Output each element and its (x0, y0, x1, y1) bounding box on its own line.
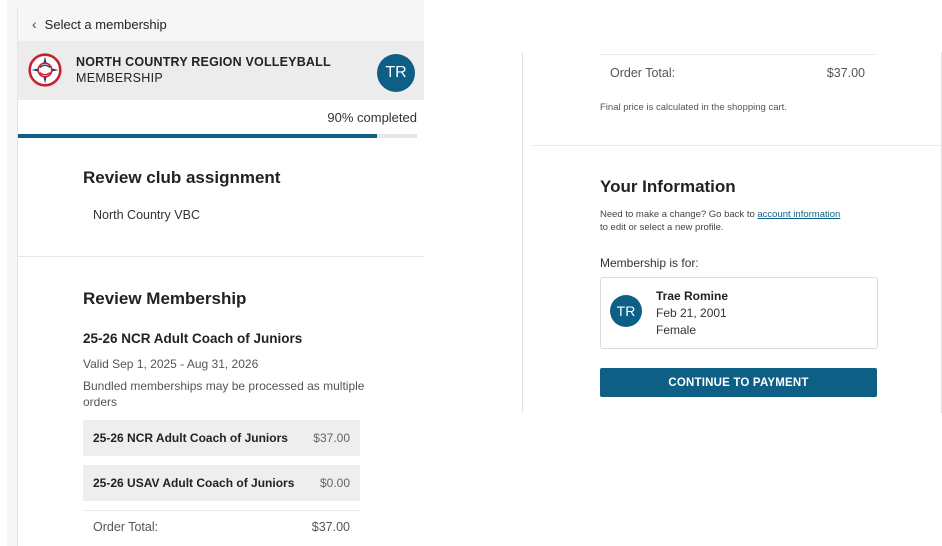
change-note-tail: to edit or select a new profile. (600, 222, 724, 233)
club-assignment-title: Review club assignment (83, 168, 281, 187)
membership-validity: Valid Sep 1, 2025 - Aug 31, 2026 (83, 357, 259, 371)
line-item-name: 25-26 NCR Adult Coach of Juniors (93, 431, 288, 445)
membership-for-label: Membership is for: (600, 256, 699, 270)
back-to-select-membership[interactable]: ‹ Select a membership (18, 7, 424, 41)
profile-avatar: TR (610, 295, 642, 327)
right-panel: Order Total: $37.00 Final price is calcu… (522, 52, 942, 413)
org-title-line2: MEMBERSHIP (76, 71, 164, 85)
back-label: Select a membership (44, 16, 167, 32)
membership-name: 25-26 NCR Adult Coach of Juniors (83, 331, 303, 346)
club-name: North Country VBC (93, 208, 200, 222)
volleyball-logo-icon (28, 53, 62, 87)
profile-gender: Female (656, 323, 697, 337)
line-item-price: $37.00 (313, 431, 350, 445)
order-total-label: Order Total: (610, 66, 676, 80)
line-item-name: 25-26 USAV Adult Coach of Juniors (93, 476, 295, 490)
user-avatar[interactable]: TR (377, 54, 415, 92)
order-total-row: Order Total: $37.00 (610, 66, 865, 80)
chevron-left-icon: ‹ (32, 16, 37, 32)
continue-to-payment-button[interactable]: CONTINUE TO PAYMENT (600, 368, 877, 397)
profile-card: TR Trae Romine Feb 21, 2001 Female (600, 277, 878, 349)
change-note-text: Need to make a change? Go back to (600, 209, 755, 220)
progress-bar (18, 134, 417, 138)
org-title: NORTH COUNTRY REGION VOLLEYBALL MEMBERSH… (76, 54, 331, 86)
final-price-note: Final price is calculated in the shoppin… (600, 102, 787, 113)
left-panel: ‹ Select a membership NORTH COUNTRY REGI… (7, 0, 424, 546)
order-total-label: Order Total: (93, 520, 159, 534)
membership-section: Review Membership 25-26 NCR Adult Coach … (18, 257, 424, 534)
org-title-line1: NORTH COUNTRY REGION VOLLEYBALL (76, 55, 331, 69)
org-header: NORTH COUNTRY REGION VOLLEYBALL MEMBERSH… (18, 41, 424, 100)
membership-title: Review Membership (83, 289, 247, 308)
profile-dob: Feb 21, 2001 (656, 306, 727, 320)
order-total-value: $37.00 (311, 520, 350, 534)
line-item: 25-26 NCR Adult Coach of Juniors $37.00 (83, 420, 360, 456)
membership-review-panel: ‹ Select a membership NORTH COUNTRY REGI… (17, 7, 424, 546)
order-total-value: $37.00 (826, 66, 865, 80)
progress-fill (18, 134, 378, 138)
your-information-title: Your Information (600, 177, 736, 196)
order-total-row: Order Total: $37.00 (83, 520, 360, 534)
section-divider (533, 145, 941, 146)
line-item-price: $0.00 (319, 476, 350, 490)
progress-label: 90% completed (327, 109, 417, 125)
change-note: Need to make a change? Go back to accoun… (600, 208, 900, 234)
club-assignment-section: Review club assignment North Country VBC (18, 138, 424, 256)
total-divider (83, 510, 360, 511)
line-item: 25-26 USAV Adult Coach of Juniors $0.00 (83, 465, 360, 501)
bundled-note: Bundled memberships may be processed as … (83, 379, 365, 409)
account-information-link[interactable]: account information (757, 209, 840, 220)
profile-name: Trae Romine (656, 289, 729, 303)
total-divider (600, 54, 876, 55)
